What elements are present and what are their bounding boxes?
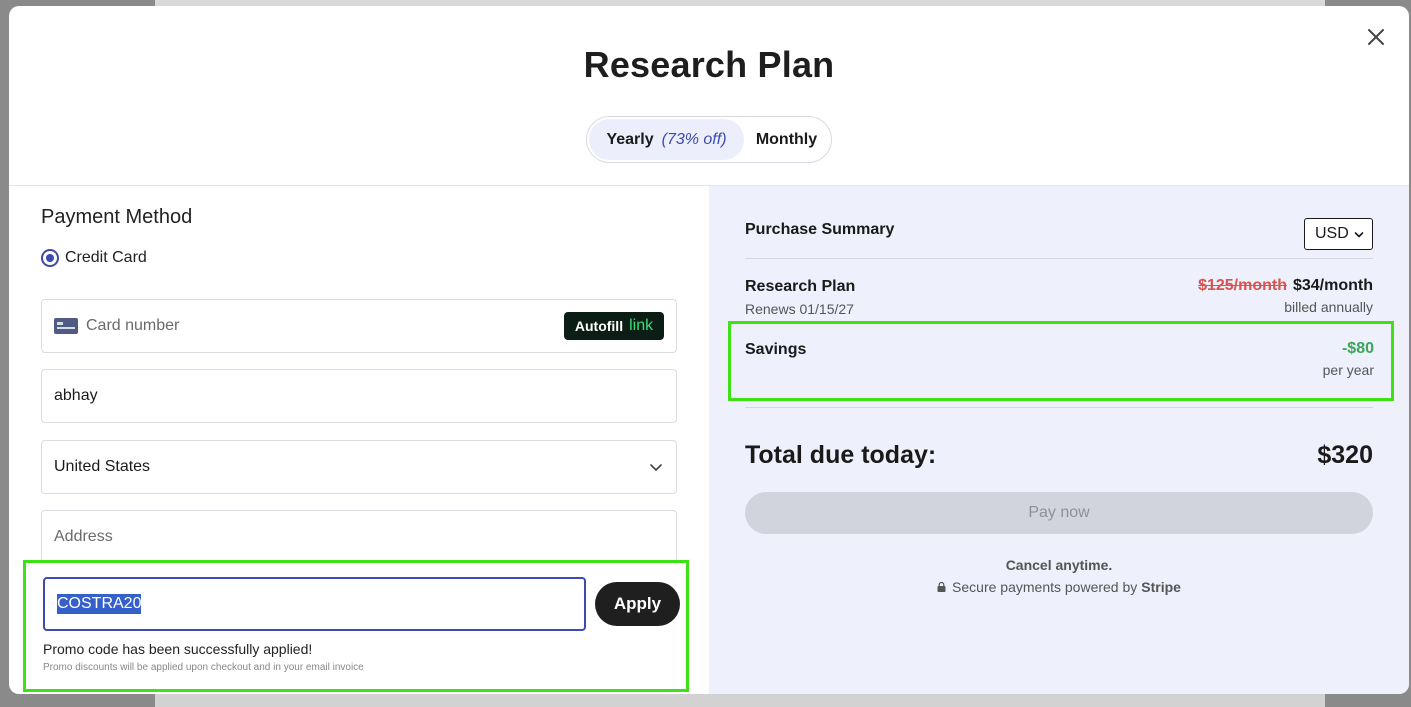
promo-success-message: Promo code has been successfully applied… bbox=[43, 641, 313, 657]
promo-code-section: COSTRA20 Apply Promo code has been succe… bbox=[23, 560, 689, 692]
payment-panel: Payment Method Credit Card Card number A… bbox=[9, 186, 709, 694]
autofill-label: Autofill bbox=[574, 318, 624, 334]
plan-name: Research Plan bbox=[745, 278, 856, 295]
radio-selected-dot bbox=[46, 254, 54, 262]
savings-period: per year bbox=[1322, 362, 1374, 378]
credit-card-option[interactable]: Credit Card bbox=[41, 249, 147, 267]
original-price: $125/month bbox=[1198, 277, 1287, 294]
promo-code-input[interactable]: COSTRA20 bbox=[43, 577, 586, 631]
autofill-link-button[interactable]: Autofill link bbox=[564, 312, 664, 340]
currency-value: USD bbox=[1315, 225, 1349, 242]
purchase-summary-title: Purchase Summary bbox=[745, 221, 895, 238]
stripe-brand: Stripe bbox=[1141, 579, 1181, 595]
summary-divider bbox=[745, 258, 1373, 259]
checkout-modal: Research Plan Yearly (73% off) Monthly P… bbox=[9, 6, 1409, 694]
card-number-field[interactable]: Card number Autofill link bbox=[41, 299, 677, 353]
toggle-monthly-label: Monthly bbox=[755, 130, 818, 148]
chevron-down-icon bbox=[650, 464, 662, 471]
background-page-bottom bbox=[155, 694, 1325, 707]
discounted-price: $34/month bbox=[1292, 277, 1373, 294]
billing-period-toggle: Yearly (73% off) Monthly bbox=[586, 116, 832, 163]
name-field[interactable]: abhay bbox=[41, 369, 677, 423]
pay-now-button[interactable]: Pay now bbox=[745, 492, 1373, 534]
total-due-value: $320 bbox=[1317, 441, 1373, 469]
toggle-yearly-label: Yearly bbox=[606, 130, 654, 148]
total-due-label: Total due today: bbox=[745, 441, 937, 469]
credit-card-radio[interactable] bbox=[41, 249, 59, 267]
cancel-anytime-text: Cancel anytime. bbox=[1005, 557, 1113, 573]
lock-icon bbox=[937, 582, 946, 592]
chevron-down-icon bbox=[1354, 232, 1364, 238]
yearly-discount-label: (73% off) bbox=[661, 130, 727, 148]
address-placeholder: Address bbox=[54, 528, 113, 545]
toggle-monthly[interactable]: Monthly bbox=[744, 119, 829, 160]
address-field[interactable]: Address bbox=[41, 510, 677, 564]
savings-value: -$80 bbox=[1341, 340, 1374, 357]
link-logo: link bbox=[629, 317, 654, 334]
toggle-yearly[interactable]: Yearly (73% off) bbox=[589, 119, 744, 160]
country-select[interactable]: United States bbox=[41, 440, 677, 494]
credit-card-icon bbox=[54, 318, 78, 334]
payment-method-title: Payment Method bbox=[41, 206, 193, 228]
modal-title: Research Plan bbox=[583, 44, 835, 85]
purchase-summary-panel: Purchase Summary USD Research Plan Renew… bbox=[709, 186, 1409, 694]
currency-select[interactable]: USD bbox=[1304, 218, 1373, 250]
credit-card-label: Credit Card bbox=[65, 249, 147, 266]
summary-divider bbox=[745, 407, 1373, 408]
plan-price: $125/month $34/month bbox=[1198, 277, 1373, 295]
card-number-placeholder: Card number bbox=[86, 317, 180, 334]
apply-promo-button[interactable]: Apply bbox=[595, 582, 680, 626]
secure-payments-text: Secure payments powered by Stripe bbox=[709, 579, 1409, 595]
country-value: United States bbox=[54, 458, 151, 475]
secure-text: Secure payments powered by bbox=[952, 579, 1138, 595]
promo-note: Promo discounts will be applied upon che… bbox=[43, 662, 364, 673]
savings-label: Savings bbox=[745, 341, 807, 358]
savings-row: Savings -$80 per year bbox=[728, 321, 1394, 401]
renewal-date: Renews 01/15/27 bbox=[745, 301, 854, 317]
name-value: abhay bbox=[54, 387, 98, 404]
billing-frequency: billed annually bbox=[1284, 299, 1373, 315]
promo-code-value: COSTRA20 bbox=[57, 594, 142, 614]
